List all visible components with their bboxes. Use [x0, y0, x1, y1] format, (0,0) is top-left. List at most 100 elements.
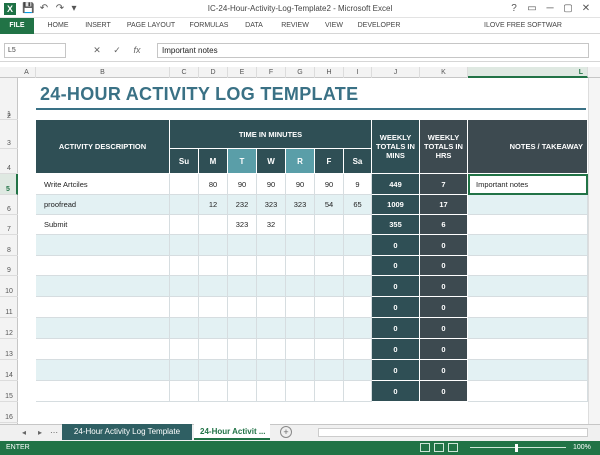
weekly-hrs-total[interactable]: 17 — [420, 195, 468, 215]
weekly-hrs-total[interactable]: 0 — [420, 339, 468, 360]
activity-cell[interactable] — [36, 360, 170, 381]
notes-cell[interactable] — [468, 195, 588, 215]
minutes-cell-w[interactable]: 90 — [257, 174, 286, 195]
column-header-a[interactable]: A — [18, 67, 36, 78]
minutes-cell-w[interactable] — [257, 339, 286, 360]
minutes-cell-m[interactable] — [199, 276, 228, 297]
notes-cell[interactable] — [468, 235, 588, 256]
row-header-14[interactable]: 14 — [0, 360, 18, 381]
user-account[interactable]: ILOVE FREE SOFTWAR — [484, 18, 562, 34]
notes-takeaway-header[interactable]: NOTES / TAKEAWAY — [468, 120, 588, 174]
weekly-mins-total[interactable]: 0 — [372, 256, 420, 276]
notes-cell[interactable] — [468, 256, 588, 276]
row-header-4[interactable]: 4 — [0, 149, 18, 174]
day-header-sa[interactable]: Sa — [344, 149, 372, 174]
day-header-su[interactable]: Su — [170, 149, 199, 174]
minutes-cell-su[interactable] — [170, 256, 199, 276]
add-sheet-icon[interactable]: + — [280, 426, 292, 438]
maximize-button[interactable]: ▢ — [560, 2, 576, 16]
weekly-totals-mins-header[interactable]: WEEKLY TOTALS IN MINS — [372, 120, 420, 174]
weekly-hrs-total[interactable]: 0 — [420, 256, 468, 276]
minutes-cell-f[interactable] — [315, 339, 344, 360]
column-header-f[interactable]: F — [257, 67, 286, 78]
close-button[interactable]: ✕ — [578, 2, 594, 16]
minutes-cell-f[interactable] — [315, 318, 344, 339]
prev-sheet-icon[interactable]: ◂ — [18, 426, 30, 439]
minutes-cell-m[interactable] — [199, 215, 228, 235]
activity-cell[interactable] — [36, 297, 170, 318]
minutes-cell-sa[interactable] — [344, 360, 372, 381]
minutes-cell-w[interactable] — [257, 297, 286, 318]
day-header-f[interactable]: F — [315, 149, 344, 174]
minutes-cell-t[interactable] — [228, 318, 257, 339]
minutes-cell-t[interactable]: 323 — [228, 215, 257, 235]
tab-home[interactable]: HOME — [42, 18, 74, 34]
minimize-button[interactable]: ─ — [542, 2, 558, 16]
minutes-cell-m[interactable] — [199, 318, 228, 339]
minutes-cell-r[interactable]: 90 — [286, 174, 315, 195]
minutes-cell-su[interactable] — [170, 235, 199, 256]
sheet-tab-activity-log[interactable]: 24-Hour Activity Log Template — [62, 424, 192, 440]
vertical-scrollbar[interactable] — [588, 78, 600, 424]
minutes-cell-sa[interactable] — [344, 339, 372, 360]
enter-icon[interactable]: ✓ — [110, 43, 124, 58]
tab-data[interactable]: DATA — [238, 18, 270, 34]
minutes-cell-f[interactable] — [315, 381, 344, 402]
weekly-mins-total[interactable]: 0 — [372, 339, 420, 360]
minutes-cell-r[interactable]: 323 — [286, 195, 315, 215]
page-break-view-icon[interactable] — [448, 443, 458, 452]
weekly-totals-hrs-header[interactable]: WEEKLY TOTALS IN HRS — [420, 120, 468, 174]
minutes-cell-t[interactable] — [228, 235, 257, 256]
column-header-l[interactable]: L — [468, 67, 588, 78]
activity-cell[interactable]: proofread — [36, 195, 170, 215]
zoom-slider[interactable] — [470, 447, 566, 448]
row-header-10[interactable]: 10 — [0, 276, 18, 297]
minutes-cell-w[interactable] — [257, 360, 286, 381]
minutes-cell-f[interactable] — [315, 276, 344, 297]
minutes-cell-sa[interactable] — [344, 381, 372, 402]
column-header-b[interactable]: B — [36, 67, 170, 78]
minutes-cell-m[interactable] — [199, 360, 228, 381]
minutes-cell-r[interactable] — [286, 360, 315, 381]
minutes-cell-r[interactable] — [286, 235, 315, 256]
activity-cell[interactable]: Write Artciles — [36, 174, 170, 195]
activity-cell[interactable] — [36, 235, 170, 256]
column-header-k[interactable]: K — [420, 67, 468, 78]
minutes-cell-t[interactable] — [228, 381, 257, 402]
notes-cell[interactable] — [468, 360, 588, 381]
weekly-hrs-total[interactable]: 0 — [420, 297, 468, 318]
minutes-cell-sa[interactable] — [344, 256, 372, 276]
minutes-cell-su[interactable] — [170, 276, 199, 297]
day-header-w[interactable]: W — [257, 149, 286, 174]
column-header-j[interactable]: J — [372, 67, 420, 78]
minutes-cell-su[interactable] — [170, 174, 199, 195]
weekly-mins-total[interactable]: 0 — [372, 318, 420, 339]
minutes-cell-t[interactable] — [228, 276, 257, 297]
column-header-i[interactable]: I — [344, 67, 372, 78]
minutes-cell-t[interactable] — [228, 256, 257, 276]
minutes-cell-sa[interactable] — [344, 318, 372, 339]
minutes-cell-r[interactable] — [286, 276, 315, 297]
minutes-cell-t[interactable] — [228, 339, 257, 360]
row-header-12[interactable]: 12 — [0, 318, 18, 339]
minutes-cell-su[interactable] — [170, 215, 199, 235]
minutes-cell-su[interactable] — [170, 360, 199, 381]
day-header-t[interactable]: T — [228, 149, 257, 174]
tab-developer[interactable]: DEVELOPER — [354, 18, 404, 34]
notes-cell[interactable] — [468, 381, 588, 402]
minutes-cell-f[interactable] — [315, 360, 344, 381]
day-header-r[interactable]: R — [286, 149, 315, 174]
minutes-cell-w[interactable] — [257, 235, 286, 256]
minutes-cell-t[interactable]: 90 — [228, 174, 257, 195]
activity-cell[interactable] — [36, 276, 170, 297]
minutes-cell-sa[interactable]: 9 — [344, 174, 372, 195]
row-header-9[interactable]: 9 — [0, 256, 18, 276]
minutes-cell-su[interactable] — [170, 339, 199, 360]
minutes-cell-w[interactable]: 32 — [257, 215, 286, 235]
column-header-e[interactable]: E — [228, 67, 257, 78]
activity-cell[interactable] — [36, 318, 170, 339]
weekly-mins-total[interactable]: 0 — [372, 360, 420, 381]
activity-cell[interactable]: Submit — [36, 215, 170, 235]
weekly-mins-total[interactable]: 0 — [372, 381, 420, 402]
minutes-cell-sa[interactable] — [344, 276, 372, 297]
